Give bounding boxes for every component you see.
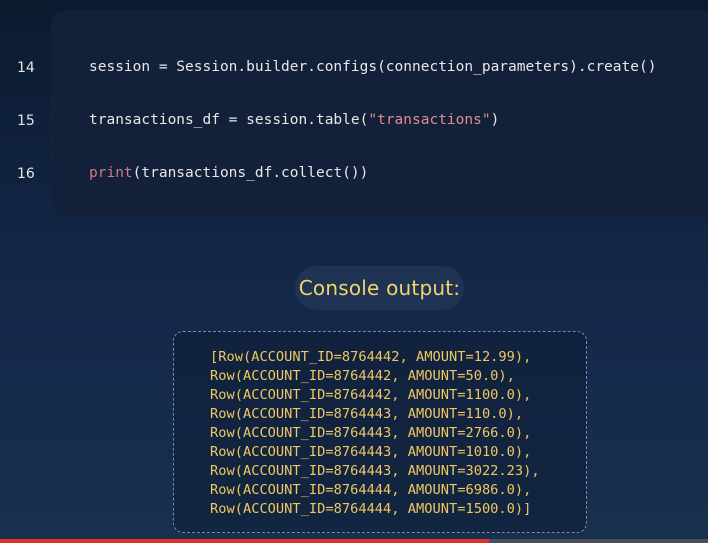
- code-text: (transactions_df.collect()): [132, 165, 369, 181]
- line-number: 14: [17, 60, 35, 76]
- output-line: Row(ACCOUNT_ID=8764443, AMOUNT=2766.0),: [210, 425, 532, 441]
- code-line: session = Session.builder.configs(connec…: [89, 59, 657, 75]
- console-output-box: [Row(ACCOUNT_ID=8764442, AMOUNT=12.99), …: [173, 331, 587, 533]
- string-literal: "transactions": [368, 112, 491, 128]
- code-text: ): [490, 112, 500, 128]
- code-text: transactions_df = session.table(: [89, 112, 369, 128]
- video-progress-fill: [0, 539, 489, 543]
- code-line: print(transactions_df.collect()): [89, 165, 368, 181]
- output-line: Row(ACCOUNT_ID=8764444, AMOUNT=1500.0)]: [210, 501, 532, 517]
- video-progress-bar[interactable]: [0, 539, 708, 543]
- output-line: Row(ACCOUNT_ID=8764442, AMOUNT=1100.0),: [210, 387, 532, 403]
- output-line: [Row(ACCOUNT_ID=8764442, AMOUNT=12.99),: [210, 349, 532, 365]
- output-line: Row(ACCOUNT_ID=8764443, AMOUNT=3022.23),: [210, 463, 540, 479]
- console-output-label: Console output:: [295, 266, 464, 310]
- output-line: Row(ACCOUNT_ID=8764444, AMOUNT=6986.0),: [210, 482, 532, 498]
- output-line: Row(ACCOUNT_ID=8764442, AMOUNT=50.0),: [210, 368, 515, 384]
- output-line: Row(ACCOUNT_ID=8764443, AMOUNT=110.0),: [210, 406, 524, 422]
- output-line: Row(ACCOUNT_ID=8764443, AMOUNT=1010.0),: [210, 444, 532, 460]
- code-line: transactions_df = session.table("transac…: [89, 112, 499, 128]
- keyword: print: [89, 165, 133, 181]
- line-number: 15: [17, 113, 35, 129]
- line-number: 16: [17, 166, 35, 182]
